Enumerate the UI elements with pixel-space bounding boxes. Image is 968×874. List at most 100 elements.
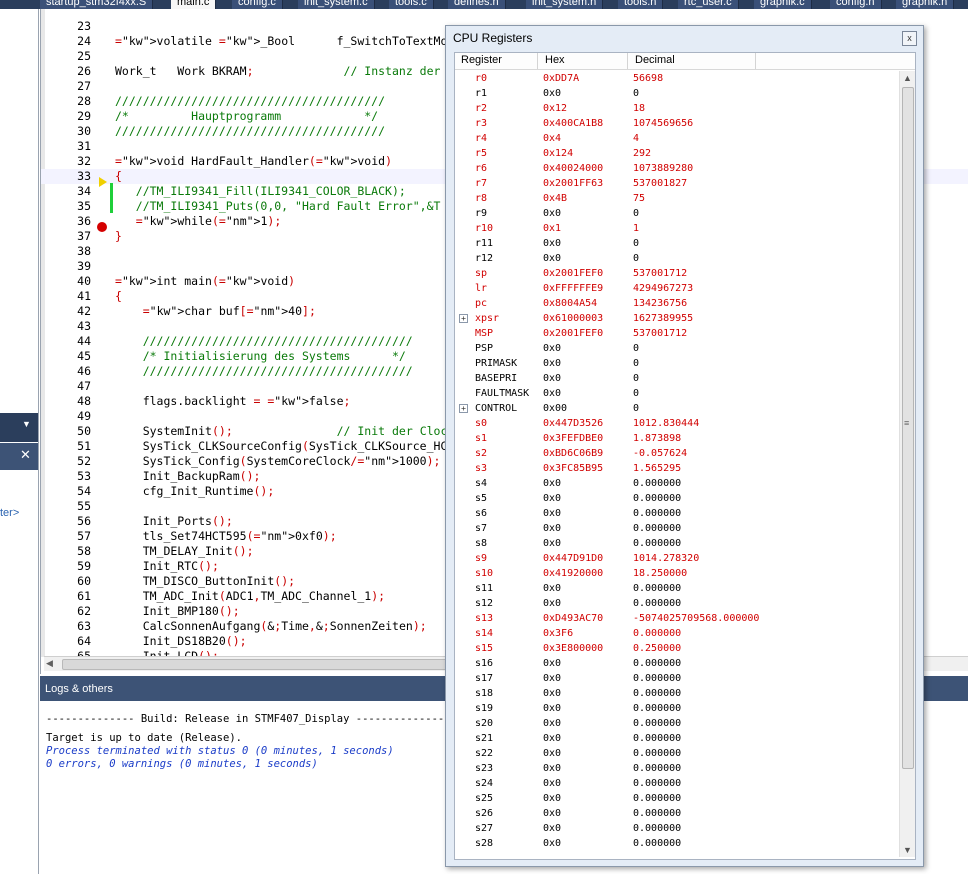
register-row[interactable]: r11 0x0 0 <box>455 236 899 251</box>
column-header-decimal[interactable]: Decimal <box>635 54 675 66</box>
register-row[interactable]: s2 0xBD6C06B9 -0.057624 <box>455 446 899 461</box>
code-text[interactable]: Init_DS18B20(); <box>115 634 247 649</box>
scroll-down-icon[interactable]: ▼ <box>903 845 912 855</box>
code-text[interactable]: /////////////////////////////////////// <box>115 94 385 109</box>
code-text[interactable]: //TM_ILI9341_Fill(ILI9341_COLOR_BLACK); <box>115 184 406 199</box>
register-row[interactable]: r10 0x1 1 <box>455 221 899 236</box>
register-row[interactable]: MSP 0x2001FEF0 537001712 <box>455 326 899 341</box>
register-row[interactable]: s11 0x0 0.000000 <box>455 581 899 596</box>
expand-icon[interactable]: + <box>459 314 468 323</box>
register-row[interactable]: s28 0x0 0.000000 <box>455 836 899 851</box>
register-row[interactable]: s12 0x0 0.000000 <box>455 596 899 611</box>
register-row[interactable]: r3 0x400CA1B8 1074569656 <box>455 116 899 131</box>
register-row[interactable]: + CONTROL 0x00 0 <box>455 401 899 416</box>
cpu-registers-window[interactable]: CPU Registers x Register Hex Decimal r0 0… <box>445 25 924 867</box>
register-row[interactable]: r7 0x2001FF63 537001827 <box>455 176 899 191</box>
tab-graphik-c[interactable]: graphik.c <box>754 0 812 9</box>
register-row[interactable]: s17 0x0 0.000000 <box>455 671 899 686</box>
register-row[interactable]: r2 0x12 18 <box>455 101 899 116</box>
scroll-left-icon[interactable]: ◀ <box>46 658 53 669</box>
register-row[interactable]: r6 0x40024000 1073889280 <box>455 161 899 176</box>
scrollbar-thumb[interactable] <box>62 659 464 670</box>
register-row[interactable]: s27 0x0 0.000000 <box>455 821 899 836</box>
dropdown-arrow-icon[interactable]: ▼ <box>22 419 31 429</box>
code-text[interactable]: Init_BMP180(); <box>115 604 240 619</box>
code-text[interactable]: TM_DISCO_ButtonInit(); <box>115 574 295 589</box>
register-row[interactable]: pc 0x8004A54 134236756 <box>455 296 899 311</box>
register-row[interactable]: s14 0x3F6 0.000000 <box>455 626 899 641</box>
tab-tools-h[interactable]: tools.h <box>618 0 664 9</box>
register-row[interactable]: s3 0x3FC85B95 1.565295 <box>455 461 899 476</box>
register-row[interactable]: r4 0x4 4 <box>455 131 899 146</box>
left-panel-item[interactable]: ter> <box>0 507 19 519</box>
register-row[interactable]: BASEPRI 0x0 0 <box>455 371 899 386</box>
tab-config-c[interactable]: config.c <box>232 0 283 9</box>
code-text[interactable]: CalcSonnenAufgang(&;Time,&;SonnenZeiten)… <box>115 619 427 634</box>
code-text[interactable]: /* Hauptprogramm */ <box>115 109 378 124</box>
code-text[interactable]: ="kw">char buf[="nm">40]; <box>115 304 316 319</box>
scrollbar-thumb[interactable]: ≡ <box>902 87 914 769</box>
code-text[interactable]: /////////////////////////////////////// <box>115 334 413 349</box>
tab-startup-stm32f4xx-s[interactable]: startup_stm32f4xx.S <box>40 0 154 9</box>
register-row[interactable]: s16 0x0 0.000000 <box>455 656 899 671</box>
register-row[interactable]: s4 0x0 0.000000 <box>455 476 899 491</box>
register-row[interactable]: r0 0xDD7A 56698 <box>455 71 899 86</box>
tab-init-system-c[interactable]: init_system.c <box>298 0 375 9</box>
code-text[interactable]: { <box>115 289 122 304</box>
code-text[interactable]: Init_RTC(); <box>115 559 219 574</box>
left-panel-header[interactable]: ▼ <box>0 413 38 442</box>
code-text[interactable]: flags.backlight = ="kw">false; <box>115 394 351 409</box>
code-text[interactable]: /////////////////////////////////////// <box>115 124 385 139</box>
tab-defines-h[interactable]: defines.h <box>448 0 506 9</box>
expand-icon[interactable]: + <box>459 404 468 413</box>
tab-main-c[interactable]: main.c <box>171 0 217 9</box>
close-button[interactable]: x <box>902 31 917 46</box>
register-row[interactable]: s7 0x0 0.000000 <box>455 521 899 536</box>
vertical-scrollbar[interactable]: ▲ ≡ ▼ <box>899 71 915 857</box>
register-row[interactable]: s20 0x0 0.000000 <box>455 716 899 731</box>
register-row[interactable]: s26 0x0 0.000000 <box>455 806 899 821</box>
code-text[interactable]: SysTick_Config(SystemCoreClock/="nm">100… <box>115 454 441 469</box>
register-row[interactable]: r9 0x0 0 <box>455 206 899 221</box>
register-row[interactable]: s15 0x3E800000 0.250000 <box>455 641 899 656</box>
code-text[interactable]: //TM_ILI9341_Puts(0,0, "Hard Fault Error… <box>115 199 441 214</box>
breakpoint-icon[interactable] <box>97 222 107 232</box>
code-text[interactable]: TM_DELAY_Init(); <box>115 544 254 559</box>
code-text[interactable]: ="kw">while(="nm">1); <box>115 214 281 229</box>
register-row[interactable]: r12 0x0 0 <box>455 251 899 266</box>
code-text[interactable]: Init_Ports(); <box>115 514 233 529</box>
register-row[interactable]: s18 0x0 0.000000 <box>455 686 899 701</box>
register-row[interactable]: + xpsr 0x61000003 1627389955 <box>455 311 899 326</box>
register-row[interactable]: s5 0x0 0.000000 <box>455 491 899 506</box>
register-row[interactable]: PSP 0x0 0 <box>455 341 899 356</box>
column-header-hex[interactable]: Hex <box>545 54 565 66</box>
register-row[interactable]: r5 0x124 292 <box>455 146 899 161</box>
column-header-register[interactable]: Register <box>461 54 502 66</box>
register-row[interactable]: sp 0x2001FEF0 537001712 <box>455 266 899 281</box>
code-text[interactable]: SystemInit(); // Init der Cloc <box>115 424 448 439</box>
register-row[interactable]: s6 0x0 0.000000 <box>455 506 899 521</box>
scroll-up-icon[interactable]: ▲ <box>903 73 912 83</box>
code-text[interactable]: Work_t Work BKRAM; // Instanz der <box>115 64 440 79</box>
code-text[interactable]: } <box>115 229 122 244</box>
tab-init-system-h[interactable]: init_system.h <box>526 0 604 9</box>
register-row[interactable]: s8 0x0 0.000000 <box>455 536 899 551</box>
register-row[interactable]: s24 0x0 0.000000 <box>455 776 899 791</box>
register-row[interactable]: s23 0x0 0.000000 <box>455 761 899 776</box>
register-row[interactable]: PRIMASK 0x0 0 <box>455 356 899 371</box>
code-text[interactable]: TM_ADC_Init(ADC1,TM_ADC_Channel_1); <box>115 589 385 604</box>
register-list[interactable]: r0 0xDD7A 56698 r1 0x0 0 r2 0x12 18 r3 0x400CA1B8 1… <box>455 71 899 857</box>
code-text[interactable]: /* Initialisierung des Systems */ <box>115 349 406 364</box>
register-row[interactable]: FAULTMASK 0x0 0 <box>455 386 899 401</box>
code-text[interactable]: /////////////////////////////////////// <box>115 364 413 379</box>
register-row[interactable]: s22 0x0 0.000000 <box>455 746 899 761</box>
tab-graphik-h[interactable]: graphik.h <box>896 0 955 9</box>
register-row[interactable]: s21 0x0 0.000000 <box>455 731 899 746</box>
tab-tools-c[interactable]: tools.c <box>389 0 434 9</box>
code-text[interactable]: SysTick_CLKSourceConfig(SysTick_CLKSourc… <box>115 439 448 454</box>
register-row[interactable]: s25 0x0 0.000000 <box>455 791 899 806</box>
register-row[interactable]: s9 0x447D91D0 1014.278320 <box>455 551 899 566</box>
tab-config-h[interactable]: config.h <box>830 0 882 9</box>
code-text[interactable]: ="kw">void HardFault_Handler(="kw">void) <box>115 154 392 169</box>
tab-rtc-user-c[interactable]: rtc_user.c <box>678 0 739 9</box>
